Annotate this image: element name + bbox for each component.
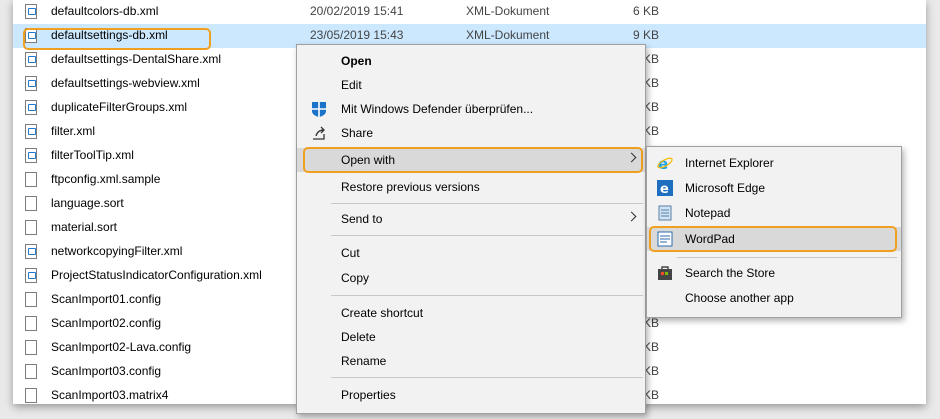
menu-item-delete[interactable]: Delete xyxy=(297,325,645,349)
menu-item-share[interactable]: Share xyxy=(297,121,645,145)
submenu-item-label: Choose another app xyxy=(685,291,794,305)
wordpad-highlight xyxy=(649,226,897,252)
file-icon xyxy=(25,340,37,355)
xml-file-icon xyxy=(25,4,37,19)
menu-item-label: Rename xyxy=(341,354,387,368)
menu-item-label: Properties xyxy=(341,388,396,402)
menu-item-label: Mit Windows Defender überprüfen... xyxy=(341,102,534,116)
menu-item-label: Open xyxy=(341,54,372,68)
context-menu: Open Edit Mit Windows Defender überprüfe… xyxy=(296,44,646,414)
menu-item-label: Delete xyxy=(341,330,376,344)
menu-item-restore[interactable]: Restore previous versions xyxy=(297,175,645,199)
store-icon xyxy=(657,265,673,281)
file-row[interactable]: defaultcolors-db.xml 20/02/2019 15:41 XML-… xyxy=(13,0,926,24)
windows-defender-icon xyxy=(311,101,327,117)
menu-item-cut[interactable]: Cut xyxy=(297,241,645,265)
share-icon xyxy=(311,125,327,141)
menu-item-label: Send to xyxy=(341,212,383,226)
menu-item-properties[interactable]: Properties xyxy=(297,383,645,407)
file-icon xyxy=(25,388,37,403)
xml-file-icon xyxy=(25,52,37,67)
file-type: XML-Dokument xyxy=(466,4,550,18)
menu-item-send-to[interactable]: Send to xyxy=(297,207,645,231)
file-name: networkcopyingFilter.xml xyxy=(51,244,183,258)
file-type: XML-Dokument xyxy=(466,28,550,42)
submenu-item-microsoft-edge[interactable]: e Microsoft Edge xyxy=(647,176,901,200)
xml-file-icon xyxy=(25,268,37,283)
file-name: filter.xml xyxy=(51,124,96,138)
menu-item-label: Create shortcut xyxy=(341,306,424,320)
menu-item-label: Cut xyxy=(341,246,360,260)
file-name: duplicateFilterGroups.xml xyxy=(51,100,188,114)
submenu-item-notepad[interactable]: Notepad xyxy=(647,201,901,225)
submenu-item-label: Search the Store xyxy=(685,266,776,280)
menu-item-label: Restore previous versions xyxy=(341,180,480,194)
file-icon xyxy=(25,196,37,211)
file-name: defaultcolors-db.xml xyxy=(51,4,159,18)
menu-item-rename[interactable]: Rename xyxy=(297,349,645,373)
menu-separator xyxy=(331,377,643,378)
file-name: material.sort xyxy=(51,220,118,234)
menu-item-label: Share xyxy=(341,126,374,140)
svg-text:e: e xyxy=(660,182,669,196)
file-name: ftpconfig.xml.sample xyxy=(51,172,161,186)
file-icon xyxy=(25,220,37,235)
submenu-item-label: Microsoft Edge xyxy=(685,181,766,195)
microsoft-edge-icon: e xyxy=(657,180,673,197)
file-icon xyxy=(25,292,37,307)
file-icon xyxy=(25,316,37,331)
menu-item-create-shortcut[interactable]: Create shortcut xyxy=(297,301,645,325)
menu-separator xyxy=(331,203,643,204)
notepad-icon xyxy=(657,205,673,221)
file-date: 23/05/2019 15:43 xyxy=(310,28,404,42)
file-name: defaultsettings-webview.xml xyxy=(51,76,200,90)
selected-file-highlight xyxy=(23,28,211,50)
file-name: language.sort xyxy=(51,196,124,210)
file-name: ProjectStatusIndicatorConfiguration.xml xyxy=(51,268,262,282)
file-name: ScanImport01.config xyxy=(51,292,162,306)
menu-item-defender[interactable]: Mit Windows Defender überprüfen... xyxy=(297,97,645,121)
menu-item-edit[interactable]: Edit xyxy=(297,73,645,97)
file-size: 6 KB xyxy=(633,4,660,18)
chevron-right-icon xyxy=(626,211,637,222)
xml-file-icon xyxy=(25,244,37,259)
file-name: ScanImport02.config xyxy=(51,316,162,330)
menu-separator xyxy=(331,295,643,296)
internet-explorer-icon: e xyxy=(657,155,673,173)
xml-file-icon xyxy=(25,100,37,115)
menu-item-label: Edit xyxy=(341,78,362,92)
file-icon xyxy=(25,172,37,187)
submenu-item-label: Notepad xyxy=(685,206,731,220)
menu-item-copy[interactable]: Copy xyxy=(297,266,645,290)
submenu-item-internet-explorer[interactable]: e Internet Explorer xyxy=(647,151,901,175)
file-name: ScanImport03.matrix4 xyxy=(51,388,169,402)
open-with-submenu: e Internet Explorer e Microsoft Edge Not… xyxy=(646,146,902,318)
file-name: defaultsettings-DentalShare.xml xyxy=(51,52,222,66)
menu-separator xyxy=(677,257,897,258)
open-with-highlight xyxy=(303,147,643,173)
file-name: ScanImport02-Lava.config xyxy=(51,340,192,354)
file-icon xyxy=(25,364,37,379)
menu-separator xyxy=(331,235,643,236)
file-name: ScanImport03.config xyxy=(51,364,162,378)
submenu-item-search-store[interactable]: Search the Store xyxy=(647,261,901,285)
menu-item-open[interactable]: Open xyxy=(297,49,645,73)
menu-item-label: Copy xyxy=(341,271,370,285)
xml-file-icon xyxy=(25,148,37,163)
file-date: 20/02/2019 15:41 xyxy=(310,4,404,18)
xml-file-icon xyxy=(25,76,37,91)
file-name: filterToolTip.xml xyxy=(51,148,134,162)
xml-file-icon xyxy=(25,124,37,139)
submenu-item-label: Internet Explorer xyxy=(685,156,774,170)
file-size: 9 KB xyxy=(633,28,660,42)
submenu-item-choose-another-app[interactable]: Choose another app xyxy=(647,286,901,310)
